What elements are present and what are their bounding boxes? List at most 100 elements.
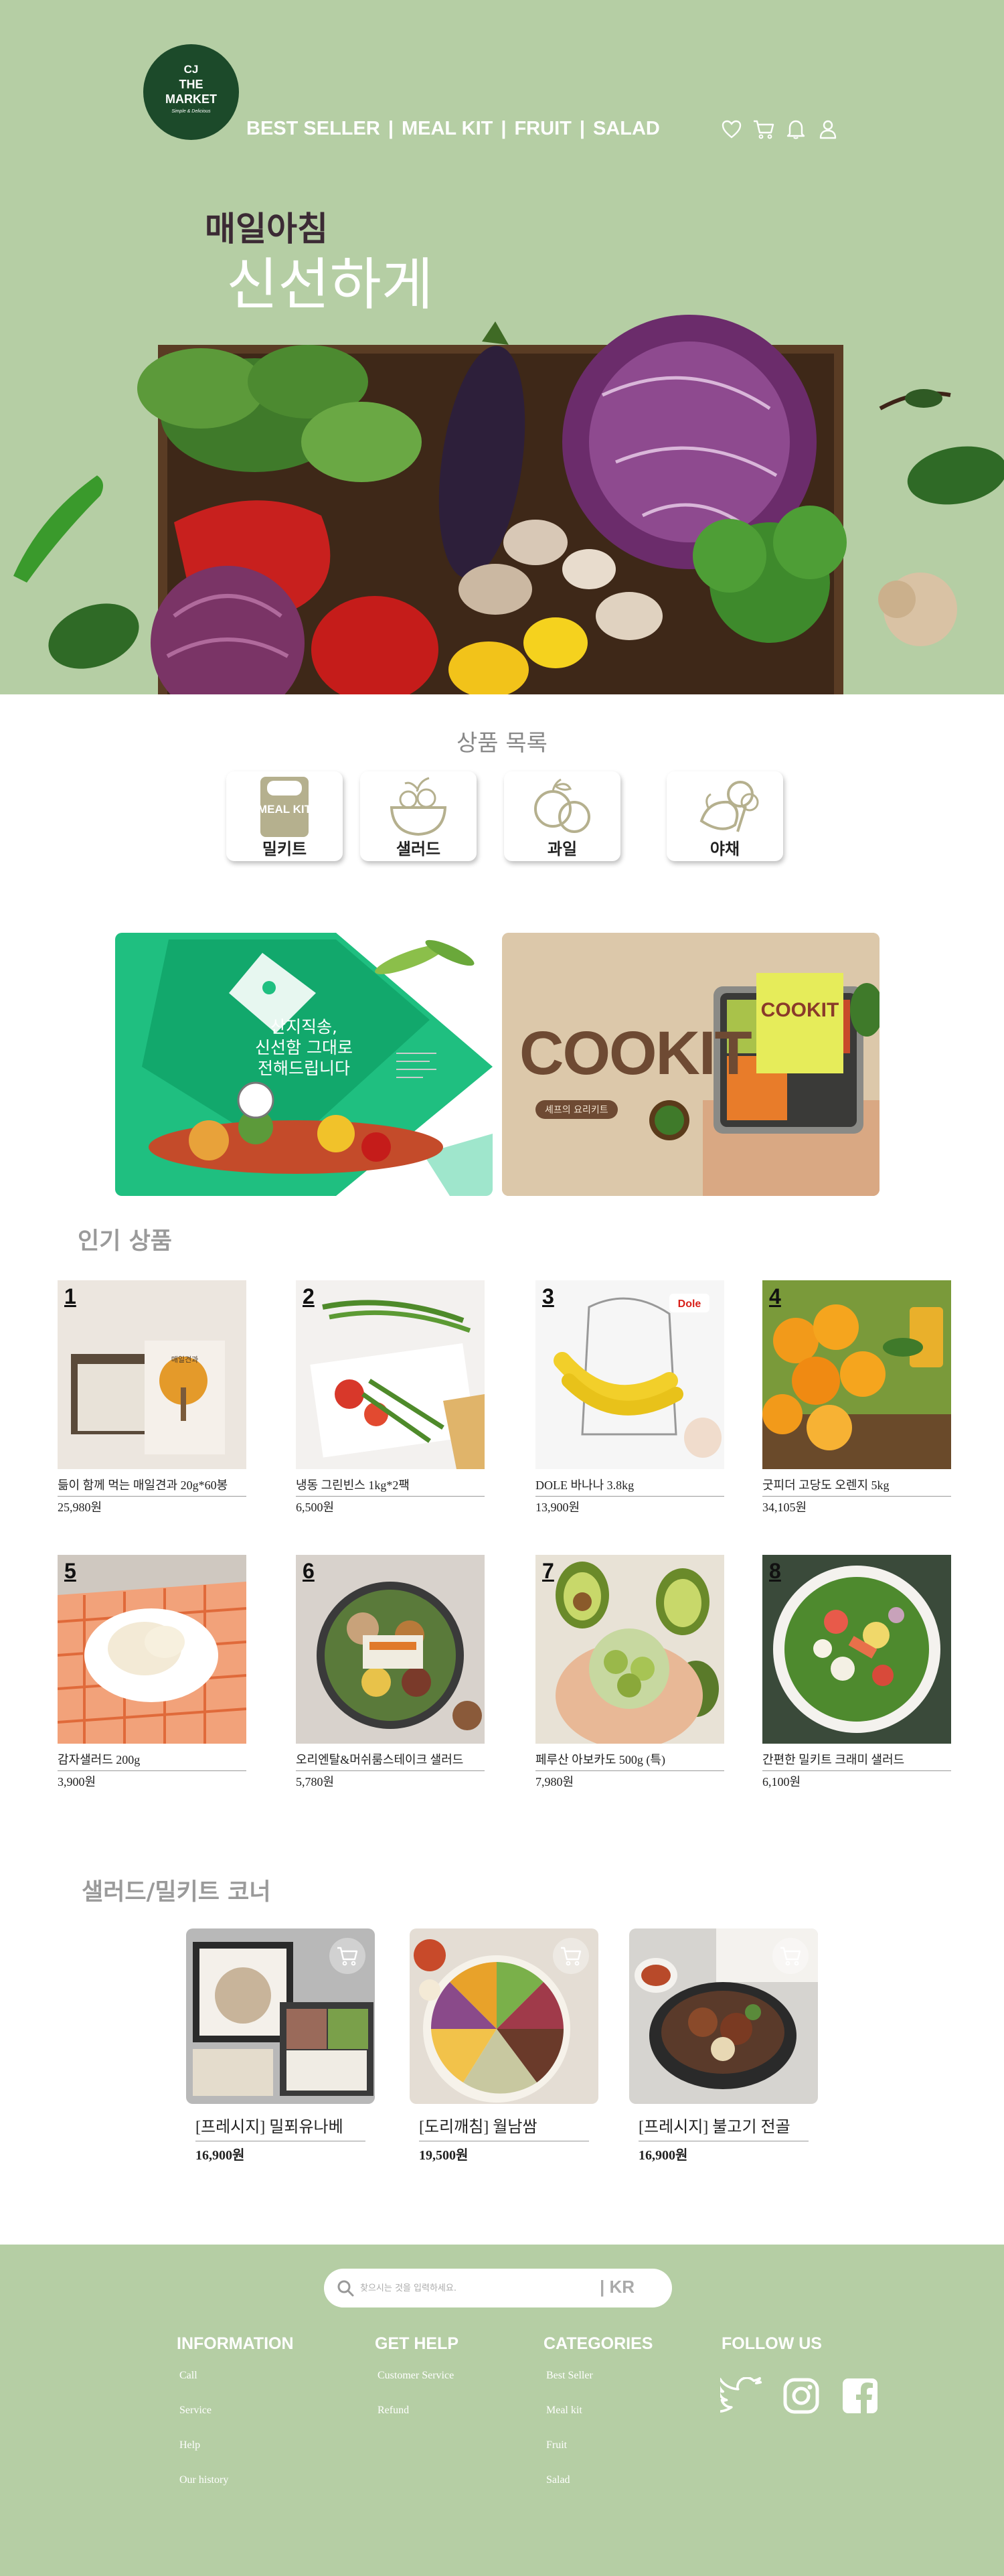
bananas-image: Dole (535, 1280, 724, 1469)
product-image: Dole 3 (535, 1280, 724, 1469)
category-vegetable[interactable]: 야채 (667, 771, 783, 861)
footer-link-salad[interactable]: Salad (546, 2474, 653, 2486)
footer-link-meal-kit[interactable]: Meal kit (546, 2405, 653, 2417)
category-label: 야채 (709, 840, 740, 858)
category-label: 샐러드 (396, 840, 441, 858)
category-salad[interactable]: 샐러드 (360, 771, 477, 861)
meal-kit-icon-text: MEAL KIT (258, 803, 311, 816)
nav-separator: | (388, 118, 394, 139)
instagram-icon[interactable] (779, 2376, 823, 2416)
steak-salad-image (296, 1555, 485, 1744)
search-icon[interactable] (336, 2279, 355, 2297)
cart-icon (780, 1947, 801, 1966)
product-name: 페루산 아보카도 500g (특) (535, 1750, 724, 1771)
product-card[interactable]: 4 굿피더 고당도 오렌지 5kg 34,105원 (762, 1280, 951, 1515)
product-rank: 8 (769, 1559, 781, 1583)
product-card[interactable]: 6 오리엔탈&머쉬룸스테이크 샐러드 5,780원 (296, 1555, 485, 1790)
add-to-cart-button[interactable] (329, 1938, 365, 1974)
kit-name: [도리깨침] 월남쌈 (419, 2113, 589, 2141)
facebook-icon[interactable] (838, 2376, 882, 2416)
footer-link-customer-service[interactable]: Customer Service (378, 2370, 458, 2382)
cookit-subtitle: 셰프의 요리키트 (535, 1100, 618, 1119)
kit-card[interactable]: [도리깨침] 월남쌈 19,500원 (410, 1928, 598, 2164)
footer-link-service[interactable]: Service (179, 2405, 294, 2417)
product-card[interactable]: Dole 3 DOLE 바나나 3.8kg 13,900원 (535, 1280, 724, 1515)
popular-section-title: 인기 상품 (78, 1228, 172, 1255)
user-icon[interactable] (817, 118, 839, 141)
site-footer: | KR INFORMATION Call Service Help Our h… (0, 2245, 1004, 2576)
product-image: 매일견과 1 (58, 1280, 246, 1469)
logo-tagline: Simple & Delicious (171, 109, 211, 114)
cookit-title: COOKIT (519, 1019, 752, 1087)
footer-link-call[interactable]: Call (179, 2370, 294, 2382)
kit-card[interactable]: [프레시지] 밀푀유나베 16,900원 (186, 1928, 375, 2164)
product-rank: 1 (64, 1284, 76, 1308)
language-selector[interactable]: | KR (600, 2277, 635, 2297)
green-beans-image (296, 1280, 485, 1469)
category-fruit[interactable]: 과일 (504, 771, 620, 861)
product-name: 간편한 밀키트 크래미 샐러드 (762, 1750, 951, 1771)
meal-kit-icon: MEAL KIT (226, 771, 343, 838)
nav-fruit[interactable]: FRUIT (514, 118, 571, 140)
bell-icon[interactable] (784, 118, 807, 141)
product-card[interactable]: 7 페루산 아보카도 500g (특) 7,980원 (535, 1555, 724, 1790)
footer-link-fruit[interactable]: Fruit (546, 2439, 653, 2451)
search-input[interactable] (360, 2278, 561, 2298)
banner-line: 신선함 그대로 (255, 1038, 353, 1057)
fruit-icon (504, 771, 620, 838)
product-price: 13,900원 (535, 1501, 580, 1514)
cookit-banner[interactable]: COOKIT COOKIT 셰프의 요리키트 (502, 933, 880, 1196)
product-image: 7 (535, 1555, 724, 1744)
product-price: 34,105원 (762, 1501, 807, 1514)
kit-image (629, 1928, 818, 2104)
product-image: 8 (762, 1555, 951, 1744)
nav-separator: | (501, 118, 507, 139)
kit-card[interactable]: [프레시지] 불고기 전골 16,900원 (629, 1928, 818, 2164)
footer-column-follow-us: FOLLOW US (722, 2334, 822, 2370)
footer-search-bar: | KR (324, 2269, 672, 2307)
cart-icon[interactable] (752, 118, 775, 141)
product-name: 감자샐러드 200g (58, 1750, 246, 1771)
product-price: 6,500원 (296, 1501, 335, 1514)
category-meal-kit[interactable]: MEAL KIT 밀키트 (226, 771, 343, 861)
add-to-cart-button[interactable] (772, 1938, 809, 1974)
product-rank: 2 (303, 1284, 315, 1308)
main-nav: BEST SELLER | MEAL KIT | FRUIT | SALAD (246, 118, 660, 140)
footer-link-refund[interactable]: Refund (378, 2405, 458, 2417)
fresh-delivery-banner[interactable]: 산지직송, 신선함 그대로 전해드립니다 (115, 933, 493, 1196)
product-rank: 3 (542, 1284, 554, 1308)
add-to-cart-button[interactable] (553, 1938, 589, 1974)
product-name: 오리엔탈&머쉬룸스테이크 샐러드 (296, 1750, 485, 1771)
twitter-icon[interactable] (720, 2376, 764, 2416)
product-price: 6,100원 (762, 1775, 801, 1789)
nav-salad[interactable]: SALAD (593, 118, 660, 140)
product-card[interactable]: 8 간편한 밀키트 크래미 샐러드 6,100원 (762, 1555, 951, 1790)
footer-column-categories: CATEGORIES Best Seller Meal kit Fruit Sa… (543, 2334, 653, 2509)
product-name: 냉동 그린빈스 1kg*2팩 (296, 1476, 485, 1497)
product-name: 듦이 함께 먹는 매일견과 20g*60봉 (58, 1476, 246, 1497)
header-icons (720, 118, 839, 141)
footer-link-best-seller[interactable]: Best Seller (546, 2370, 653, 2382)
product-card[interactable]: 5 감자샐러드 200g 3,900원 (58, 1555, 246, 1790)
product-card[interactable]: 매일견과 1 듦이 함께 먹는 매일견과 20g*60봉 25,980원 (58, 1280, 246, 1515)
product-image: 6 (296, 1555, 485, 1744)
product-name: 굿피더 고당도 오렌지 5kg (762, 1476, 951, 1497)
fresh-delivery-banner-text: 산지직송, 신선함 그대로 전해드립니다 (115, 1016, 493, 1079)
nav-meal-kit[interactable]: MEAL KIT (402, 118, 493, 140)
heart-icon[interactable] (720, 118, 743, 141)
product-price: 3,900원 (58, 1775, 96, 1789)
kit-image (186, 1928, 375, 2104)
footer-heading: GET HELP (375, 2334, 459, 2353)
hero-section: CJ THE MARKET Simple & Delicious BEST SE… (0, 0, 1004, 694)
kit-name: [프레시지] 불고기 전골 (639, 2113, 809, 2141)
kit-price: 19,500원 (419, 2148, 469, 2163)
oranges-image (762, 1280, 951, 1469)
brand-logo[interactable]: CJ THE MARKET Simple & Delicious (143, 44, 239, 140)
footer-link-our-history[interactable]: Our history (179, 2474, 294, 2486)
cart-icon (337, 1947, 358, 1966)
nav-best-seller[interactable]: BEST SELLER (246, 118, 380, 140)
product-card[interactable]: 2 냉동 그린빈스 1kg*2팩 6,500원 (296, 1280, 485, 1515)
nuts-box-image: 매일견과 (58, 1280, 246, 1469)
footer-link-help[interactable]: Help (179, 2439, 294, 2451)
product-image: 2 (296, 1280, 485, 1469)
